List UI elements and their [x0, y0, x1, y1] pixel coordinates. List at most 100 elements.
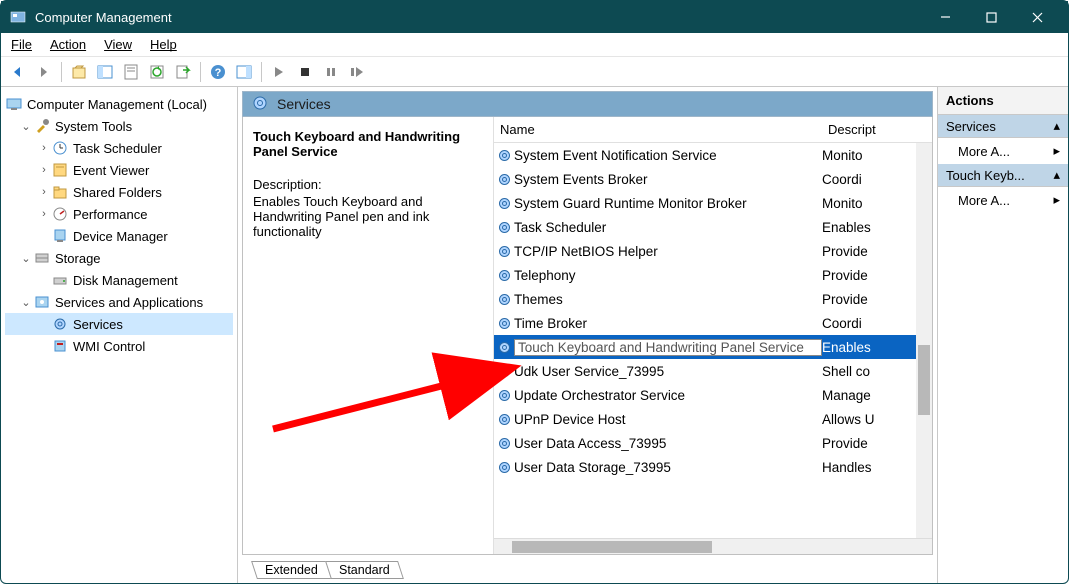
gear-icon: [494, 436, 514, 451]
tree-services[interactable]: › Services: [5, 313, 233, 335]
column-name[interactable]: Name: [494, 117, 822, 142]
tree-label: Disk Management: [73, 273, 178, 288]
pause-service-button[interactable]: [320, 61, 342, 83]
action-label: More A...: [958, 193, 1010, 208]
tree-shared-folders[interactable]: › Shared Folders: [5, 181, 233, 203]
menu-help[interactable]: Help: [150, 37, 177, 52]
export-button[interactable]: [172, 61, 194, 83]
chevron-right-icon[interactable]: ›: [37, 142, 51, 154]
service-row[interactable]: Udk User Service_73995Shell co: [494, 359, 932, 383]
gear-icon: [494, 220, 514, 235]
tree-label: Shared Folders: [73, 185, 162, 200]
service-name: User Data Access_73995: [514, 436, 822, 451]
start-service-button[interactable]: [268, 61, 290, 83]
description-text: Enables Touch Keyboard and Handwriting P…: [253, 194, 483, 239]
title-bar: Computer Management: [1, 1, 1068, 33]
show-hide-action-button[interactable]: [233, 61, 255, 83]
window-title: Computer Management: [35, 10, 922, 25]
chevron-right-icon: ▸: [1053, 143, 1060, 159]
help-button[interactable]: ?: [207, 61, 229, 83]
service-row[interactable]: User Data Access_73995Provide: [494, 431, 932, 455]
tree-label: System Tools: [55, 119, 132, 134]
tree-label: WMI Control: [73, 339, 145, 354]
service-row[interactable]: System Event Notification ServiceMonito: [494, 143, 932, 167]
tree-services-apps[interactable]: ⌄ Services and Applications: [5, 291, 233, 313]
tab-extended[interactable]: Extended: [251, 561, 332, 579]
stop-service-button[interactable]: [294, 61, 316, 83]
gear-icon: [251, 94, 269, 115]
service-row[interactable]: TCP/IP NetBIOS HelperProvide: [494, 239, 932, 263]
action-group-services[interactable]: Services ▴: [938, 115, 1068, 138]
tree-event-viewer[interactable]: › Event Viewer: [5, 159, 233, 181]
menu-view[interactable]: View: [104, 37, 132, 52]
performance-icon: [51, 205, 69, 223]
chevron-down-icon[interactable]: ⌄: [19, 252, 33, 265]
up-button[interactable]: [68, 61, 90, 83]
service-row[interactable]: User Data Storage_73995Handles: [494, 455, 932, 479]
properties-button[interactable]: [120, 61, 142, 83]
service-row[interactable]: UPnP Device HostAllows U: [494, 407, 932, 431]
service-row[interactable]: System Events BrokerCoordi: [494, 167, 932, 191]
service-name: Task Scheduler: [514, 220, 822, 235]
collapse-icon: ▴: [1053, 167, 1060, 183]
show-hide-tree-button[interactable]: [94, 61, 116, 83]
tab-standard[interactable]: Standard: [325, 561, 404, 579]
tree-disk-mgmt[interactable]: › Disk Management: [5, 269, 233, 291]
chevron-right-icon[interactable]: ›: [37, 208, 51, 220]
refresh-button[interactable]: [146, 61, 168, 83]
gear-icon: [51, 315, 69, 333]
service-name: System Event Notification Service: [514, 148, 822, 163]
tree-root[interactable]: Computer Management (Local): [5, 93, 233, 115]
service-name: UPnP Device Host: [514, 412, 822, 427]
service-row[interactable]: Update Orchestrator ServiceManage: [494, 383, 932, 407]
selected-service-name: Touch Keyboard and Handwriting Panel Ser…: [253, 129, 483, 159]
tree-wmi[interactable]: › WMI Control: [5, 335, 233, 357]
close-button[interactable]: [1014, 1, 1060, 33]
tree-device-manager[interactable]: › Device Manager: [5, 225, 233, 247]
menu-bar: File Action View Help: [1, 33, 1068, 57]
maximize-button[interactable]: [968, 1, 1014, 33]
menu-action[interactable]: Action: [50, 37, 86, 52]
tree-label: Performance: [73, 207, 147, 222]
chevron-down-icon[interactable]: ⌄: [19, 296, 33, 309]
service-row[interactable]: Task SchedulerEnables: [494, 215, 932, 239]
column-description[interactable]: Descript: [822, 117, 932, 142]
center-pane: Services Touch Keyboard and Handwriting …: [238, 87, 937, 583]
action-more-1[interactable]: More A... ▸: [938, 138, 1068, 164]
service-name: Telephony: [514, 268, 822, 283]
chevron-right-icon[interactable]: ›: [37, 164, 51, 176]
service-row[interactable]: TelephonyProvide: [494, 263, 932, 287]
action-group-selected[interactable]: Touch Keyb... ▴: [938, 164, 1068, 187]
service-row[interactable]: System Guard Runtime Monitor BrokerMonit…: [494, 191, 932, 215]
app-icon: [9, 8, 27, 26]
forward-button[interactable]: [33, 61, 55, 83]
action-more-2[interactable]: More A... ▸: [938, 187, 1068, 213]
action-group-label: Touch Keyb...: [946, 168, 1025, 183]
service-row[interactable]: Time BrokerCoordi: [494, 311, 932, 335]
vertical-scrollbar[interactable]: [916, 143, 932, 538]
restart-service-button[interactable]: [346, 61, 368, 83]
service-row[interactable]: Touch Keyboard and Handwriting Panel Ser…: [494, 335, 932, 359]
service-name: Time Broker: [514, 316, 822, 331]
chevron-right-icon[interactable]: ›: [37, 186, 51, 198]
tree-systools[interactable]: ⌄ System Tools: [5, 115, 233, 137]
actions-header: Actions: [938, 87, 1068, 115]
menu-file[interactable]: File: [11, 37, 32, 52]
chevron-down-icon[interactable]: ⌄: [19, 120, 33, 133]
tools-icon: [33, 117, 51, 135]
horizontal-scrollbar[interactable]: [494, 538, 932, 554]
service-name: System Events Broker: [514, 172, 822, 187]
services-header: Services: [242, 91, 933, 117]
action-group-label: Services: [946, 119, 996, 134]
gear-icon: [494, 196, 514, 211]
back-button[interactable]: [7, 61, 29, 83]
wmi-icon: [51, 337, 69, 355]
services-list: Name Descript System Event Notification …: [493, 117, 932, 554]
tree-storage[interactable]: ⌄ Storage: [5, 247, 233, 269]
folder-icon: [51, 183, 69, 201]
minimize-button[interactable]: [922, 1, 968, 33]
tree-performance[interactable]: › Performance: [5, 203, 233, 225]
service-row[interactable]: ThemesProvide: [494, 287, 932, 311]
tree-task-scheduler[interactable]: › Task Scheduler: [5, 137, 233, 159]
tree-label: Task Scheduler: [73, 141, 162, 156]
